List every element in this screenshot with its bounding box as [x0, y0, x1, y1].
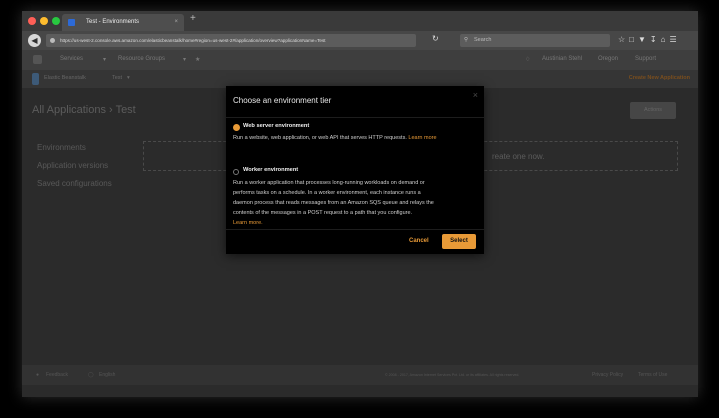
pin-icon[interactable]: ★	[195, 56, 200, 63]
toolbar-icons[interactable]: ☆□▼↧⌂☰	[618, 35, 681, 44]
close-icon[interactable]: ×	[473, 90, 478, 100]
language-selector[interactable]: English	[99, 372, 115, 378]
resource-groups-chevron-icon: ▾	[183, 57, 187, 63]
feedback-link[interactable]: Feedback	[46, 372, 68, 378]
new-tab-button[interactable]: +	[190, 13, 196, 24]
tab-close-icon[interactable]: ×	[174, 14, 178, 31]
feedback-icon[interactable]: ●	[36, 372, 39, 378]
elastic-beanstalk-logo-icon	[32, 73, 39, 85]
worker-learn-more-link[interactable]: Learn more.	[233, 218, 483, 228]
app-selector-chevron-icon: ▾	[127, 75, 130, 81]
privacy-policy-link[interactable]: Privacy Policy	[592, 372, 623, 378]
user-menu[interactable]: Austinian Stehl	[542, 56, 582, 62]
search-icon: ⚲	[464, 37, 469, 43]
create-new-application-link[interactable]: Create New Application	[629, 75, 690, 81]
browser-search-input[interactable]: ⚲ Search	[460, 34, 610, 47]
web-server-radio[interactable]	[234, 125, 239, 130]
back-arrow-icon[interactable]: ◀	[28, 34, 41, 47]
create-environment-link[interactable]: reate one now.	[492, 152, 544, 161]
search-placeholder: Search	[474, 37, 492, 43]
web-server-label[interactable]: Web server environment	[243, 123, 309, 129]
tab-title: Test - Environments	[86, 19, 140, 25]
resource-groups-menu[interactable]: Resource Groups	[118, 56, 165, 62]
worker-desc-line: performs tasks on a schedule. In a worke…	[233, 190, 421, 196]
lock-icon	[50, 38, 55, 43]
environment-tier-dialog: Choose an environment tier × Web server …	[226, 86, 484, 254]
web-server-description: Run a website, web application, or web A…	[233, 133, 481, 143]
aws-favicon-icon	[68, 19, 75, 26]
services-chevron-icon: ▾	[103, 57, 107, 63]
app-selector[interactable]: Test	[112, 75, 122, 81]
worker-description: Run a worker application that processes …	[233, 178, 483, 228]
browser-tab[interactable]: Test - Environments ×	[62, 14, 184, 31]
terms-of-use-link[interactable]: Terms of Use	[638, 372, 667, 378]
aws-console-nav: Services ▾ Resource Groups ▾ ★ ♢ Austini…	[22, 50, 698, 70]
select-button[interactable]: Select	[442, 234, 476, 249]
copyright-text: © 2008 - 2017, Amazon Internet Services …	[385, 373, 520, 377]
services-menu[interactable]: Services	[60, 56, 83, 62]
reload-icon[interactable]: ↻	[432, 34, 439, 43]
sidebar-item-saved-configurations[interactable]: Saved configurations	[37, 179, 112, 188]
dialog-footer: Cancel Select	[226, 229, 484, 255]
dialog-header: Choose an environment tier ×	[226, 86, 484, 118]
sidebar-item-environments[interactable]: Environments	[37, 143, 86, 152]
breadcrumb: All Applications › Test	[32, 104, 136, 116]
title-bar: Test - Environments × +	[22, 11, 698, 31]
url-text: https://us-west-2.console.aws.amazon.com…	[60, 38, 326, 43]
sidebar-item-application-versions[interactable]: Application versions	[37, 161, 108, 170]
worker-label[interactable]: Worker environment	[243, 167, 298, 173]
service-name[interactable]: Elastic Beanstalk	[44, 75, 86, 81]
minimize-window-icon[interactable]	[40, 17, 48, 25]
worker-desc-line: daemon process that reads messages from …	[233, 200, 434, 206]
region-menu[interactable]: Oregon	[598, 56, 618, 62]
navigation-bar: ◀ https://us-west-2.console.aws.amazon.c…	[22, 31, 698, 50]
console-footer: ● Feedback ◯ English © 2008 - 2017, Amaz…	[22, 365, 698, 385]
aws-logo-icon[interactable]	[33, 55, 42, 64]
worker-desc-line: contents of the messages in a POST reque…	[233, 210, 413, 216]
cancel-button[interactable]: Cancel	[409, 238, 429, 244]
actions-button[interactable]: Actions	[630, 102, 676, 119]
worker-desc-line: Run a worker application that processes …	[233, 180, 425, 186]
worker-radio[interactable]	[233, 169, 239, 175]
web-server-learn-more-link[interactable]: Learn more	[408, 135, 436, 141]
dialog-title: Choose an environment tier	[233, 96, 332, 105]
globe-icon: ◯	[88, 372, 94, 378]
browser-window: Test - Environments × + ◀ https://us-wes…	[22, 11, 698, 397]
address-bar[interactable]: https://us-west-2.console.aws.amazon.com…	[46, 34, 416, 47]
close-window-icon[interactable]	[28, 17, 36, 25]
bell-icon[interactable]: ♢	[525, 56, 530, 63]
zoom-window-icon[interactable]	[52, 17, 60, 25]
support-menu[interactable]: Support	[635, 56, 656, 62]
web-server-desc-line: Run a website, web application, or web A…	[233, 135, 407, 141]
